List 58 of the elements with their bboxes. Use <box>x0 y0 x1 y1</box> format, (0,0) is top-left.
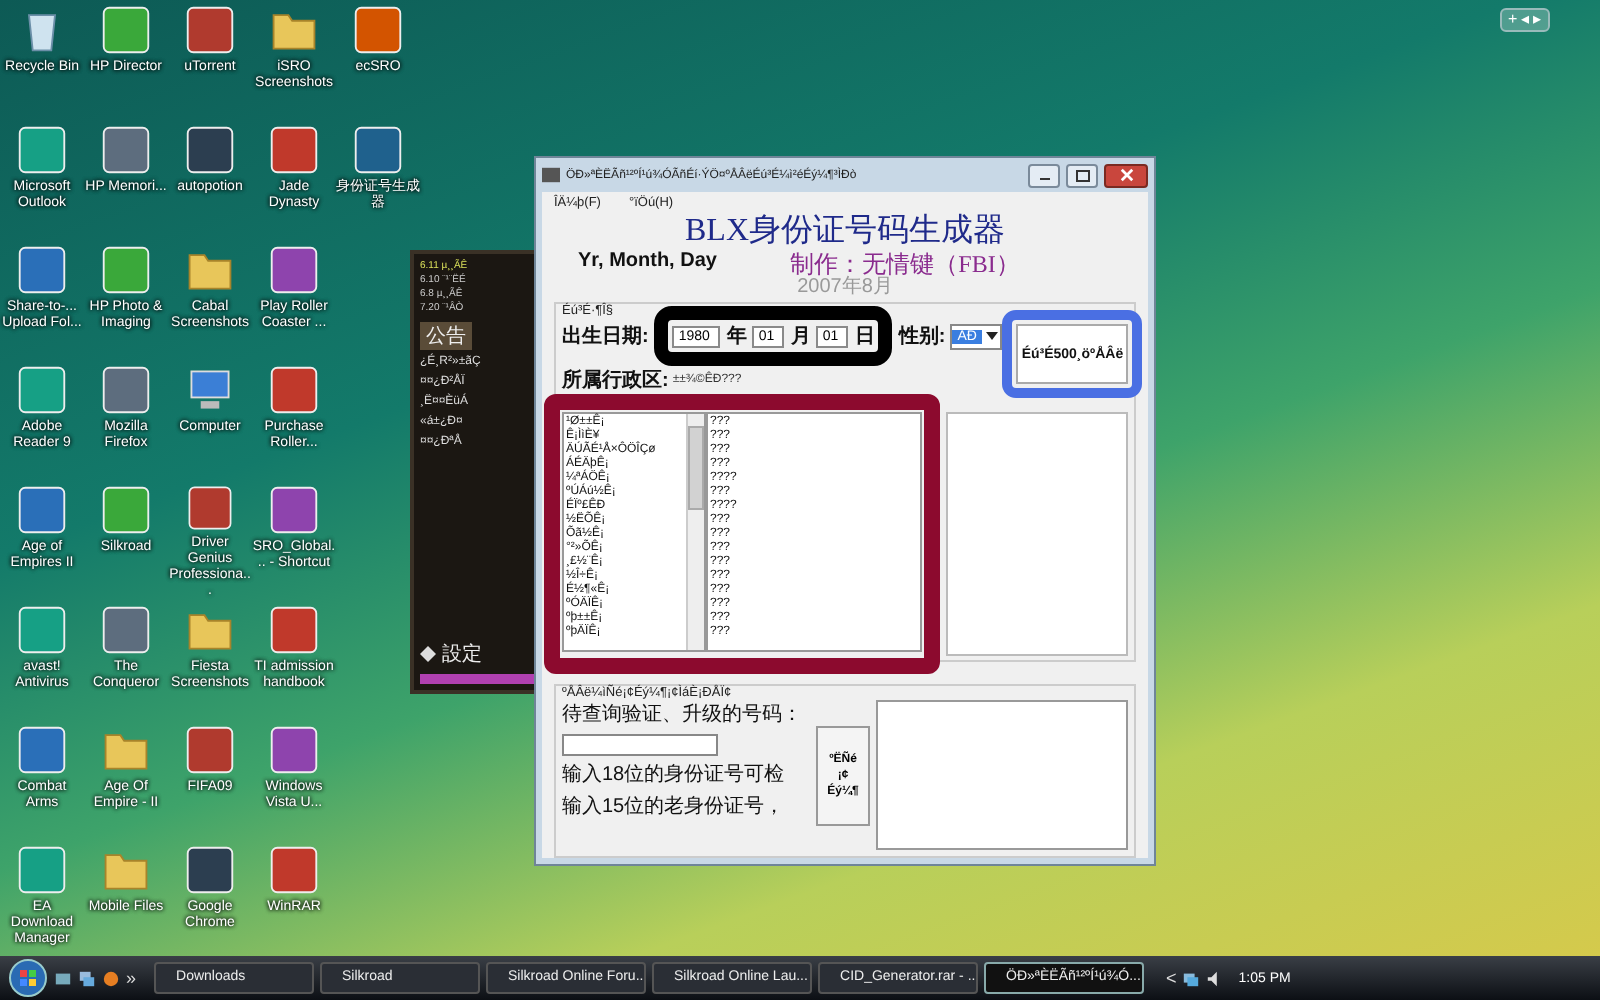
minimize-button[interactable] <box>1028 163 1060 187</box>
app-icon[interactable] <box>184 484 236 532</box>
app-icon[interactable] <box>268 124 320 176</box>
app-icon[interactable] <box>100 484 152 536</box>
close-icon <box>1119 168 1133 182</box>
app-icon[interactable] <box>268 244 320 296</box>
hint-text: 输入15位的老身份证号， <box>562 794 787 820</box>
app-icon[interactable] <box>268 484 320 536</box>
overflow-button[interactable]: » <box>126 968 137 988</box>
diamond-icon <box>420 646 436 662</box>
app-icon[interactable] <box>184 844 236 896</box>
date-text: 2007年8月 <box>797 278 893 298</box>
app-icon[interactable] <box>16 124 68 176</box>
app-icon <box>542 166 560 184</box>
app-icon[interactable] <box>16 244 68 296</box>
app-icon[interactable] <box>184 4 236 56</box>
app-icon[interactable] <box>268 724 320 776</box>
query-label: 待查询验证、升级的号码： <box>562 701 804 728</box>
app-icon[interactable] <box>100 604 152 656</box>
scrollbar[interactable] <box>686 414 704 650</box>
app-icon[interactable] <box>352 124 404 176</box>
app-icon[interactable] <box>16 364 68 416</box>
app-icon[interactable] <box>268 844 320 896</box>
query-field[interactable] <box>562 734 718 756</box>
window-switch-icon[interactable] <box>78 969 96 987</box>
tray-expand-button[interactable]: < <box>1166 968 1177 988</box>
settings-button[interactable]: 設定 <box>442 640 482 668</box>
app-icon[interactable] <box>16 484 68 536</box>
app-icon[interactable] <box>100 124 152 176</box>
result-textarea[interactable] <box>876 700 1128 850</box>
app-icon[interactable] <box>352 4 404 56</box>
app-heading: BLX身份证号码生成器 <box>685 214 1005 250</box>
app-icon[interactable] <box>100 244 152 296</box>
year-unit: 年 <box>726 323 747 350</box>
app-icon[interactable] <box>268 604 320 656</box>
close-button[interactable] <box>1104 163 1148 187</box>
birth-date-label: 出生日期: <box>562 323 649 350</box>
annotation-text: Yr, Month, Day <box>578 250 717 272</box>
app-icon[interactable] <box>100 4 152 56</box>
app-icon[interactable] <box>16 724 68 776</box>
gender-label: 性别: <box>898 323 946 350</box>
author-text: 制作：无情键（FBI） <box>790 250 1020 278</box>
maximize-button[interactable] <box>1066 163 1098 187</box>
app-icon[interactable] <box>16 604 68 656</box>
app-icon[interactable] <box>100 364 152 416</box>
app-icon[interactable] <box>184 724 236 776</box>
start-button[interactable] <box>8 958 48 998</box>
caret-icon <box>986 332 999 340</box>
app-icon[interactable] <box>184 124 236 176</box>
day-unit: 日 <box>854 324 875 350</box>
browser-icon[interactable] <box>102 969 120 987</box>
app-icon[interactable] <box>268 364 320 416</box>
hint-text: 输入18位的身份证号可检 <box>562 762 787 788</box>
region-label: 所属行政区: <box>562 367 669 394</box>
show-desktop-icon[interactable] <box>54 969 72 987</box>
month-unit: 月 <box>790 324 811 350</box>
network-icon[interactable] <box>1182 969 1201 987</box>
notice-tab[interactable]: 公告 <box>420 322 472 350</box>
